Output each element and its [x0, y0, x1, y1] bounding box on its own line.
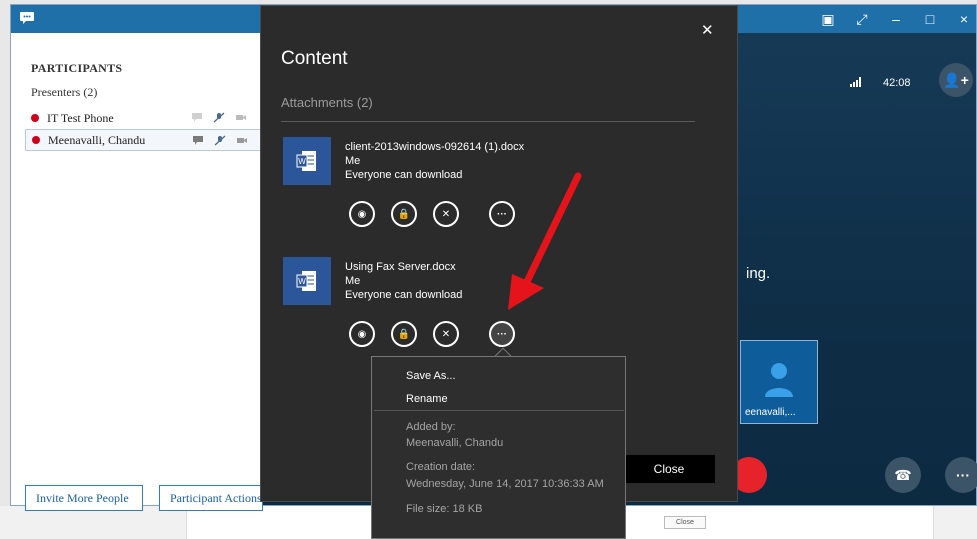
annotation-arrow — [508, 172, 582, 310]
presenters-group-label[interactable]: Presenters (2) — [31, 85, 97, 100]
dialog-close-button[interactable]: Close — [623, 455, 715, 483]
presence-busy-icon — [32, 136, 40, 144]
eye-icon: ◉ — [357, 208, 367, 220]
video-icon — [236, 115, 246, 120]
participant-actions-label: Participant Actions — [170, 490, 262, 505]
participant-name: IT Test Phone — [47, 110, 114, 125]
dialog-title: Content — [281, 48, 348, 69]
mic-muted-icon — [214, 135, 226, 146]
file-options-menu: Save As... Rename Added by: Meenavalli, … — [371, 356, 626, 539]
layout-icon[interactable]: ▣ — [820, 9, 836, 29]
remove-button[interactable]: ✕ — [433, 321, 459, 347]
file-permission: Everyone can download — [345, 289, 463, 301]
attachments-divider — [281, 121, 695, 122]
fullscreen-icon[interactable]: ⤢ — [854, 9, 870, 29]
add-person-button[interactable]: 👤+ — [939, 63, 973, 97]
menu-item-save-as[interactable]: Save As... — [406, 370, 456, 382]
file-name: client-2013windows-092614 (1).docx — [345, 141, 525, 153]
permissions-button[interactable]: 🔒 — [391, 321, 417, 347]
lock-icon: 🔒 — [397, 208, 411, 220]
menu-item-rename[interactable]: Rename — [406, 393, 448, 405]
more-icon: ··· — [956, 467, 970, 483]
word-doc-icon: W — [283, 137, 331, 185]
im-icon — [193, 136, 203, 145]
invite-more-people-button[interactable]: Invite More People — [25, 485, 143, 511]
creation-date-label: Creation date: — [406, 461, 476, 473]
permissions-button[interactable]: 🔒 — [391, 201, 417, 227]
participant-row[interactable]: IT Test Phone — [25, 107, 263, 129]
participant-video-tile[interactable]: eenavalli,... — [740, 340, 818, 424]
im-icon — [192, 113, 202, 122]
call-controls-button[interactable]: ☎ — [885, 457, 921, 493]
more-icon: ··· — [497, 328, 507, 340]
file-size-text: File size: 18 KB — [406, 503, 483, 515]
avatar-icon — [765, 363, 793, 397]
more-actions-button[interactable]: ··· — [489, 321, 515, 347]
file-permission: Everyone can download — [345, 169, 463, 181]
attachments-header: Attachments (2) — [281, 95, 373, 110]
tile-participant-name: eenavalli,... — [745, 407, 796, 418]
file-name: Using Fax Server.docx — [345, 261, 456, 273]
menu-separator — [374, 410, 624, 411]
word-doc-icon: W — [283, 257, 331, 305]
mic-muted-icon — [213, 112, 225, 123]
preview-button[interactable]: ◉ — [349, 201, 375, 227]
call-timer: 42:08 — [883, 77, 911, 89]
participant-actions-button[interactable]: Participant Actions — [159, 485, 263, 511]
participants-pane: PARTICIPANTS Presenters (2) IT Test Phon… — [11, 33, 263, 511]
invite-button-label: Invite More People — [36, 490, 129, 505]
window-close-button[interactable]: × — [956, 9, 972, 29]
chat-icon — [20, 12, 34, 24]
file-owner: Me — [345, 275, 361, 287]
remove-button[interactable]: ✕ — [433, 201, 459, 227]
add-person-icon: 👤+ — [943, 71, 969, 88]
call-settings-icon: ☎ — [894, 466, 912, 483]
dialog-close-icon[interactable]: ✕ — [701, 21, 714, 39]
signal-icon — [850, 77, 861, 87]
participant-row[interactable]: Meenavalli, Chandu — [25, 129, 263, 151]
preview-button[interactable]: ◉ — [349, 321, 375, 347]
svg-text:W: W — [298, 157, 306, 166]
svg-text:W: W — [298, 277, 306, 286]
remove-icon: ✕ — [441, 208, 451, 220]
video-icon — [237, 138, 247, 143]
presence-busy-icon — [31, 114, 39, 122]
remove-icon: ✕ — [441, 328, 451, 340]
file-owner: Me — [345, 155, 361, 167]
participants-header: PARTICIPANTS — [31, 61, 123, 75]
added-by-label: Added by: — [406, 421, 456, 433]
background-close-button: Close — [664, 516, 706, 529]
participant-name: Meenavalli, Chandu — [48, 132, 146, 147]
eye-icon: ◉ — [357, 328, 367, 340]
creation-date-value: Wednesday, June 14, 2017 10:36:33 AM — [406, 478, 604, 490]
added-by-value: Meenavalli, Chandu — [406, 437, 504, 449]
maximize-button[interactable]: □ — [922, 9, 938, 29]
more-options-button[interactable]: ··· — [945, 457, 977, 493]
lock-icon: 🔒 — [397, 328, 411, 340]
minimize-button[interactable]: – — [888, 9, 904, 29]
stage-message-text: ing. — [746, 265, 771, 282]
